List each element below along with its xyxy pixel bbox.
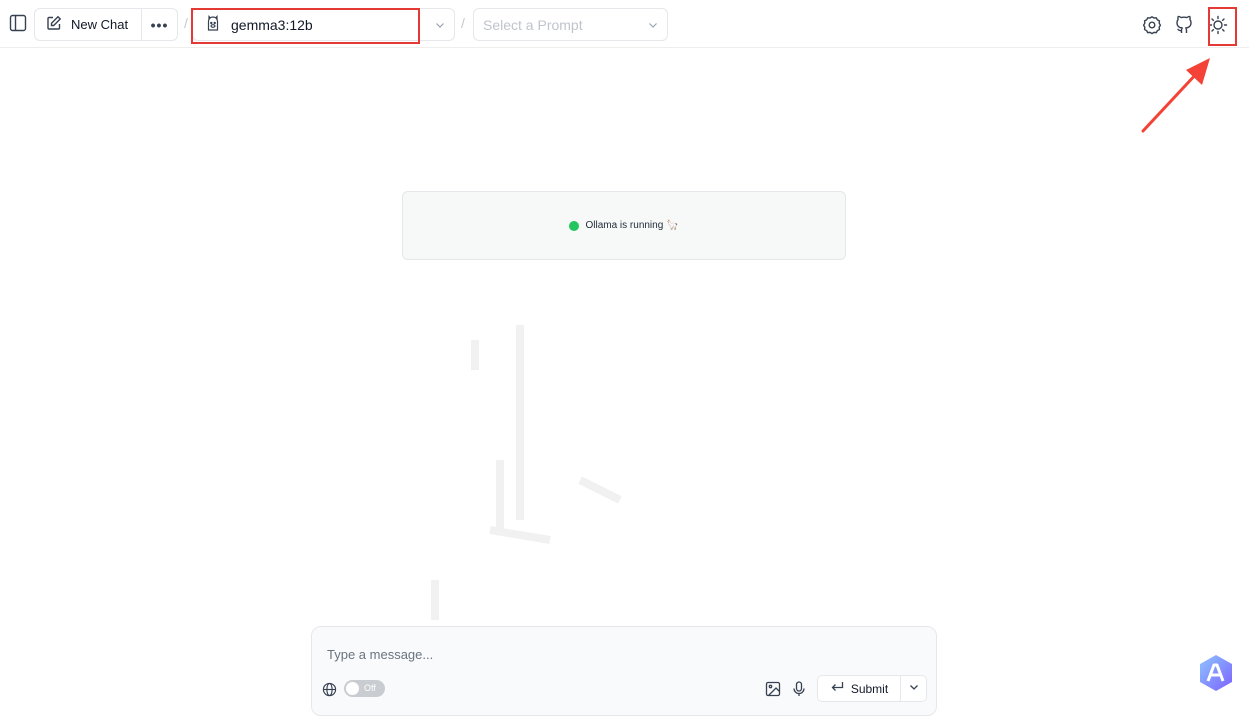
- message-composer: [311, 626, 937, 716]
- new-chat-button[interactable]: New Chat: [35, 9, 142, 40]
- image-icon[interactable]: [764, 680, 782, 698]
- globe-icon[interactable]: [321, 681, 337, 697]
- app-logo-icon[interactable]: [1197, 654, 1235, 692]
- message-input[interactable]: [327, 643, 917, 665]
- submit-options-dropdown[interactable]: [901, 676, 926, 701]
- status-indicator: [569, 220, 580, 231]
- settings-icon[interactable]: [1141, 14, 1163, 36]
- annotation-arrow: [1141, 58, 1210, 133]
- toggle-knob: [346, 682, 359, 695]
- sidebar-toggle-icon[interactable]: [7, 12, 29, 34]
- top-bar: New Chat ••• / gemma3:12b / Select a Pro…: [0, 0, 1249, 48]
- background-logo: [431, 325, 622, 620]
- prompt-select-placeholder: Select a Prompt: [483, 16, 583, 33]
- web-search-toggle[interactable]: Off: [344, 680, 385, 697]
- breadcrumb-separator: /: [461, 15, 465, 31]
- github-icon[interactable]: [1173, 14, 1195, 36]
- enter-icon: [830, 680, 844, 697]
- edit-icon: [46, 15, 62, 34]
- new-chat-label: New Chat: [71, 17, 129, 32]
- prompt-select[interactable]: Select a Prompt: [473, 8, 668, 41]
- chevron-down-icon: [647, 18, 659, 34]
- sun-icon[interactable]: [1207, 14, 1229, 36]
- submit-button[interactable]: Submit: [818, 676, 901, 701]
- new-chat-group: New Chat •••: [34, 8, 178, 41]
- microphone-icon[interactable]: [790, 680, 808, 698]
- model-select-value: gemma3:12b: [231, 16, 313, 33]
- ollama-status-card: Ollama is running 🦙: [402, 191, 846, 260]
- status-text: Ollama is running 🦙: [585, 220, 679, 231]
- toggle-label: Off: [364, 683, 376, 693]
- submit-label: Submit: [850, 681, 889, 696]
- breadcrumb-separator: /: [184, 15, 188, 31]
- llama-icon: [205, 14, 221, 35]
- submit-group: Submit: [817, 675, 927, 702]
- more-options-button[interactable]: •••: [142, 9, 177, 40]
- chevron-down-icon: [908, 680, 920, 698]
- model-select[interactable]: gemma3:12b: [192, 8, 455, 41]
- chevron-down-icon: [434, 18, 446, 34]
